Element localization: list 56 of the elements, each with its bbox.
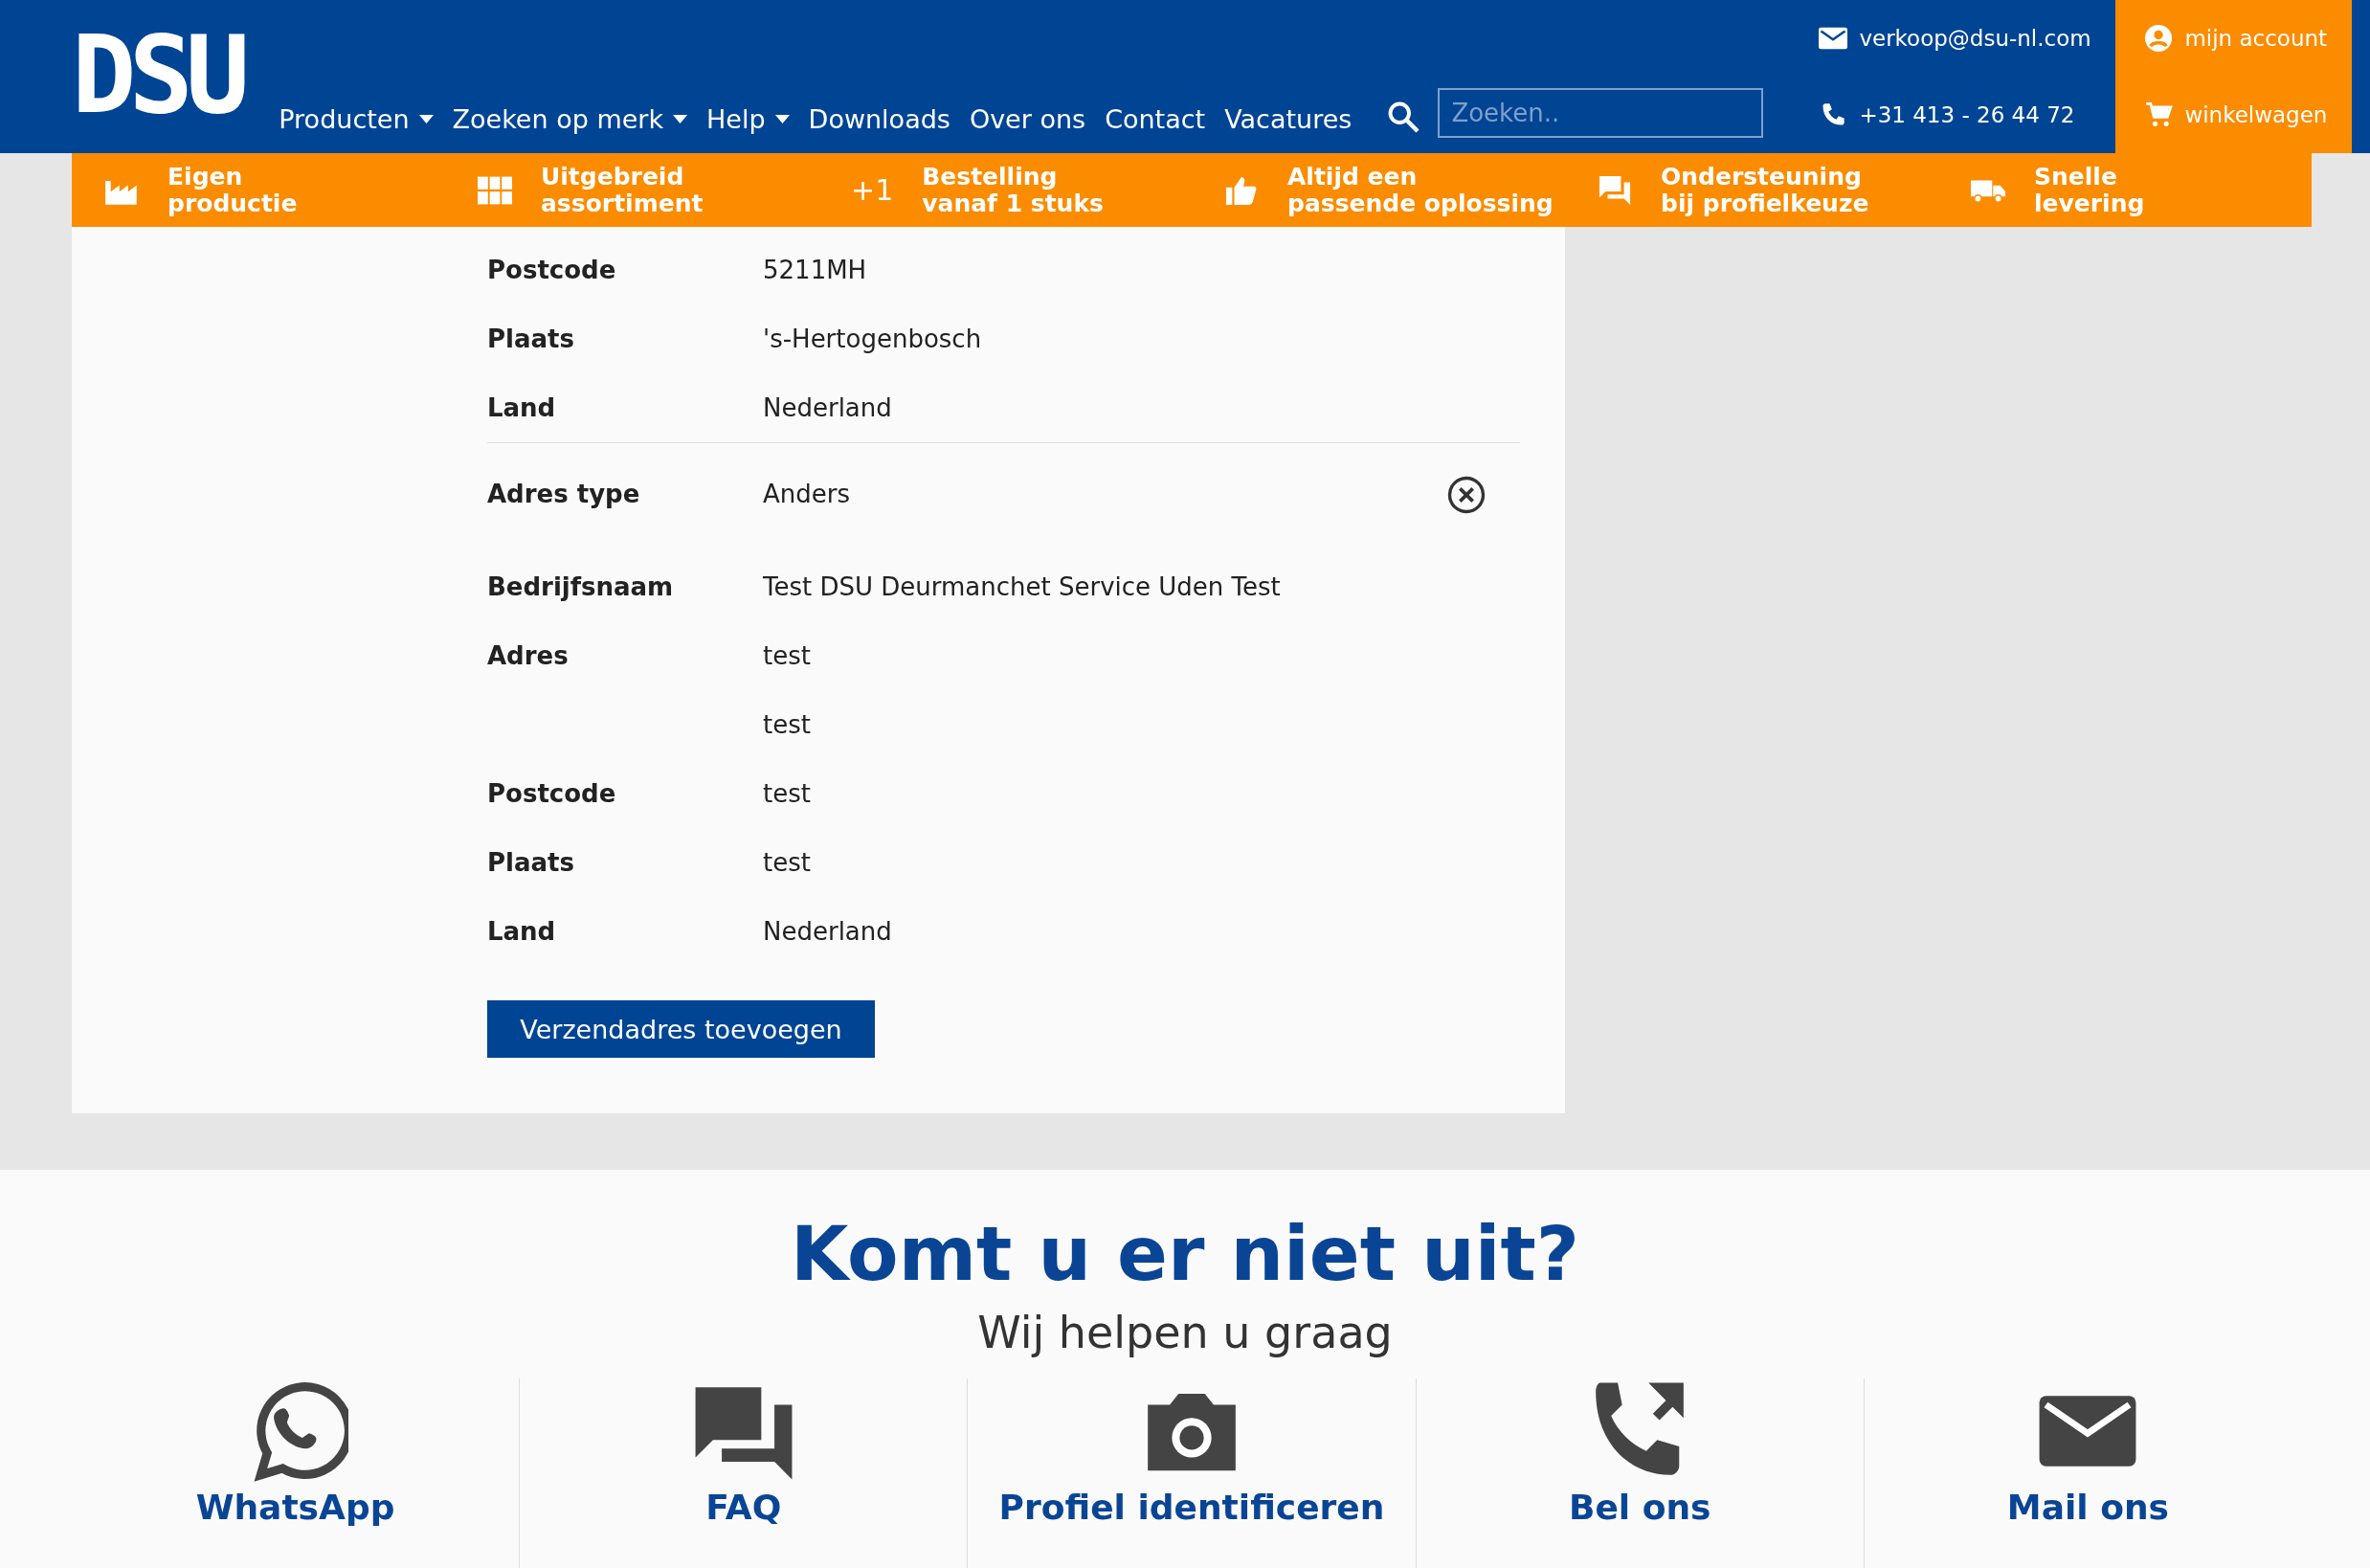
field-value: Anders: [763, 480, 850, 508]
caret-icon: [418, 115, 434, 123]
nav-link[interactable]: Zoeken op merk: [452, 104, 688, 134]
nav-link[interactable]: Contact: [1105, 104, 1206, 134]
field-label: Plaats: [487, 848, 574, 877]
field-label: Bedrijfsnaam: [487, 572, 674, 601]
usp-text: Uitgebreid assortiment: [541, 163, 704, 217]
add-address-button[interactable]: Verzendadres toevoegen: [487, 1000, 875, 1058]
field-label: Land: [487, 393, 556, 422]
caret-icon: [673, 115, 688, 123]
field-label: Postcode: [487, 779, 616, 808]
help-option-link[interactable]: WhatsApp: [195, 1488, 395, 1527]
help-option-link[interactable]: Bel ons: [1568, 1488, 1711, 1527]
search-field[interactable]: Zoeken..: [1438, 88, 1764, 138]
field-value: test: [763, 848, 811, 877]
field-label: Plaats: [487, 325, 574, 353]
field-label: Postcode: [487, 256, 616, 284]
thumbs-up-icon: [1224, 175, 1259, 205]
mail-icon: [1819, 25, 1848, 52]
email-link[interactable]: verkoop@dsu-nl.com: [1859, 26, 2091, 51]
field-label: Adres type: [487, 480, 640, 508]
nav-link[interactable]: Over ons: [969, 104, 1086, 134]
help-subheading: Wij helpen u graag: [976, 1306, 1394, 1360]
grid-icon: [478, 175, 512, 205]
nav-link[interactable]: Vacatures: [1224, 104, 1353, 134]
help-option-link[interactable]: Profiel identificeren: [998, 1488, 1385, 1527]
field-value: Nederland: [763, 917, 892, 946]
usp-text: Eigen productie: [168, 163, 298, 217]
field-value: Nederland: [763, 393, 892, 422]
usp-text: Altijd een passende oplossing: [1287, 163, 1554, 217]
logo[interactable]: DSU: [72, 27, 251, 123]
usp-text: Ondersteuning bij profielkeuze: [1661, 163, 1869, 217]
help-option-link[interactable]: Mail ons: [2006, 1488, 2169, 1527]
usp-text: Bestelling vanaf 1 stuks: [922, 163, 1104, 217]
help-option-link[interactable]: FAQ: [705, 1488, 782, 1527]
nav-link[interactable]: Producten: [279, 104, 434, 134]
field-value: Test DSU Deurmanchet Service Uden Test: [763, 572, 1281, 601]
field-value: test: [763, 710, 811, 739]
help-heading: Komt u er niet uit?: [790, 1210, 1580, 1299]
usp-icon-text: +1: [851, 173, 894, 207]
usp-text: Snelle levering: [2034, 163, 2145, 217]
search-icon[interactable]: [1386, 100, 1421, 134]
cart-icon: [2144, 101, 2174, 128]
remove-icon[interactable]: [1447, 476, 1486, 514]
field-value: 's-Hertogenbosch: [763, 325, 982, 353]
user-icon: [2144, 25, 2174, 52]
field-value: test: [763, 779, 811, 808]
phone-link[interactable]: +31 413 - 26 44 72: [1859, 102, 2075, 127]
nav-link[interactable]: Downloads: [808, 104, 950, 134]
field-label: Land: [487, 917, 556, 946]
field-value: 5211MH: [763, 256, 867, 284]
chat-icon: [1598, 175, 1632, 205]
field-label: Adres: [487, 641, 569, 670]
nav-link[interactable]: Help: [706, 104, 790, 134]
field-value: test: [763, 641, 811, 670]
caret-icon: [774, 115, 790, 123]
